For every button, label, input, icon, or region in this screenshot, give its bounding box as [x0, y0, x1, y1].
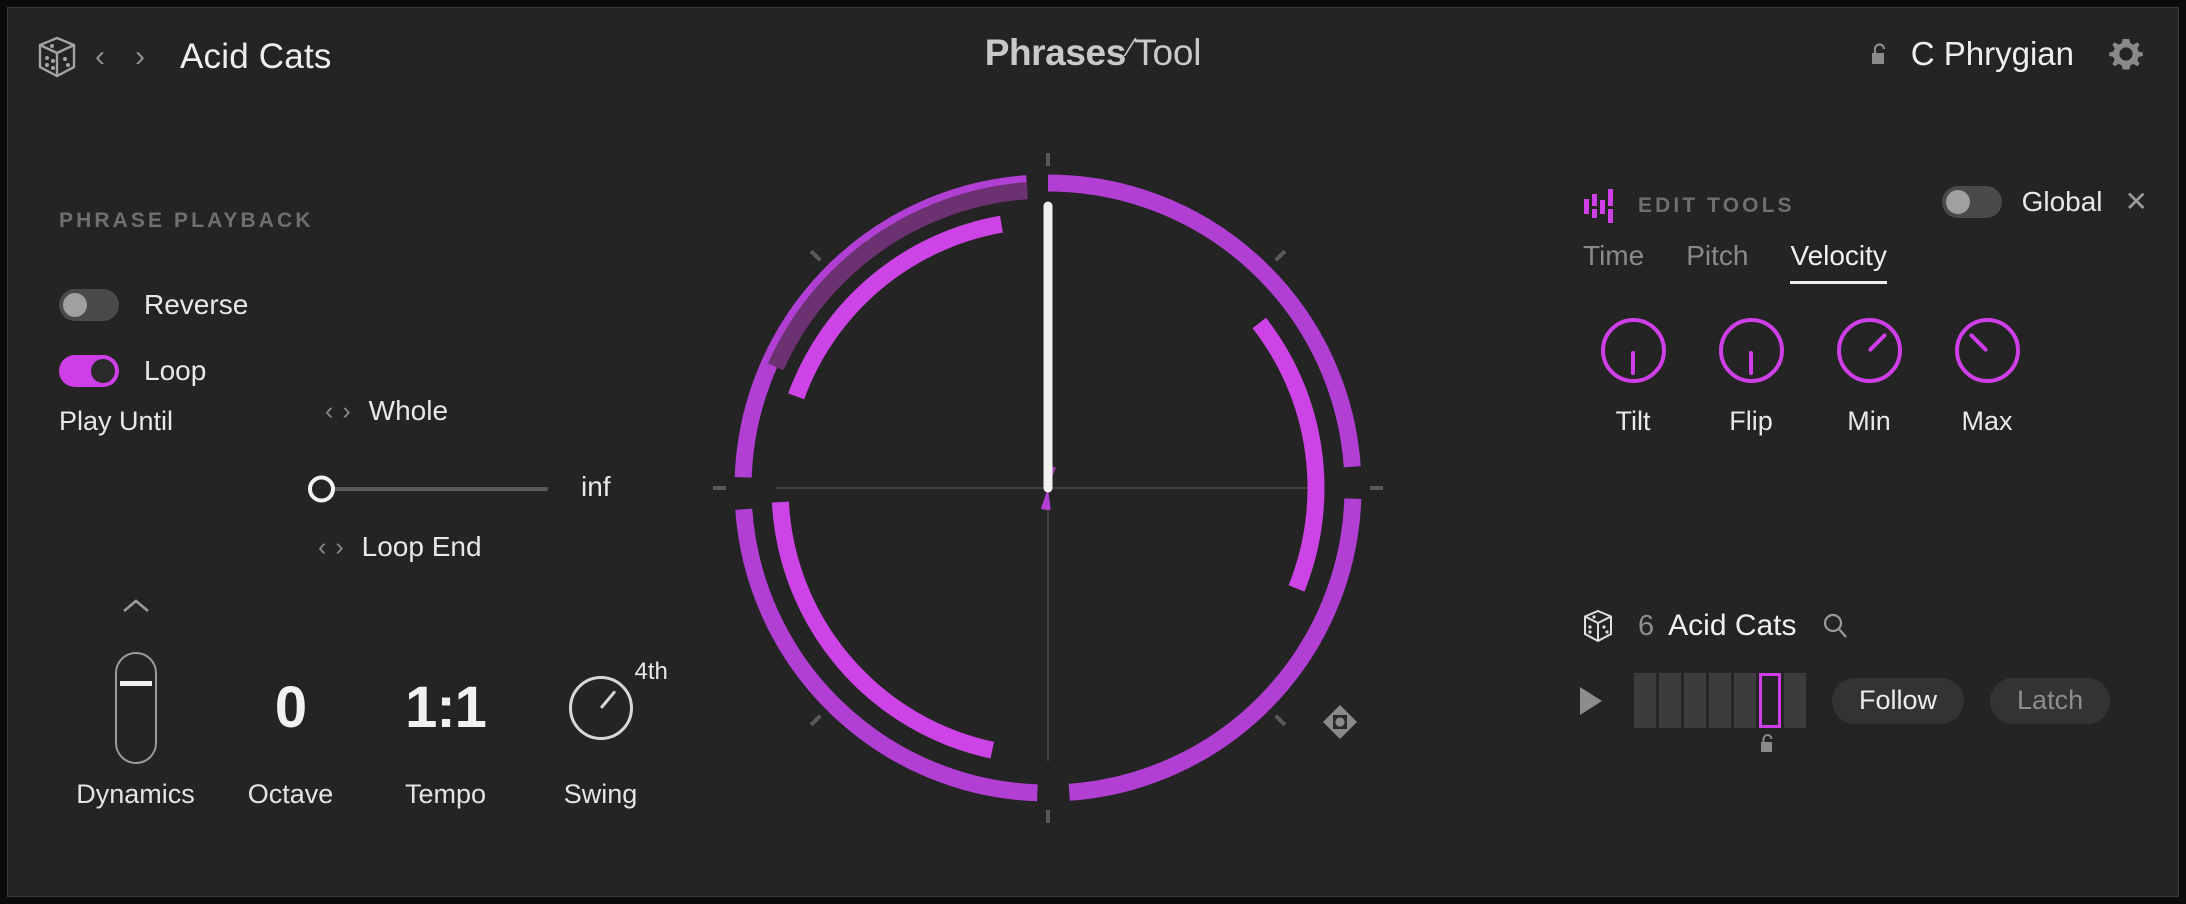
dynamics-label: Dynamics	[76, 779, 195, 810]
tempo-value[interactable]: 1:1	[405, 679, 486, 737]
play-icon[interactable]	[1580, 687, 1602, 715]
play-until-label: Play Until	[59, 406, 173, 437]
phrase-steps	[1634, 673, 1806, 728]
edit-tools-header: EDIT TOOLS	[1583, 188, 1795, 224]
header-left-group: ‹ › Acid Cats	[34, 34, 332, 80]
repeats-value: inf	[581, 471, 611, 503]
dice-icon[interactable]	[1580, 608, 1616, 644]
next-preset-button[interactable]: ›	[120, 34, 160, 80]
octave-value[interactable]: 0	[275, 679, 306, 737]
phrase-step-7[interactable]	[1784, 673, 1806, 728]
plugin-window: ‹ › Acid Cats Phrases ⁄ Tool C Phrygian	[7, 7, 2179, 897]
min-control: Min	[1810, 318, 1928, 437]
edit-tools-tabs: Time Pitch Velocity	[1583, 240, 1887, 284]
until-target-stepper: ‹ › Loop End	[318, 531, 482, 563]
tempo-control: 1:1 Tempo	[368, 643, 523, 810]
until-target-prev-button[interactable]: ‹	[318, 535, 326, 560]
repeats-slider-track	[325, 487, 548, 491]
note-length-next-button[interactable]: ›	[342, 399, 350, 424]
flip-knob[interactable]	[1719, 318, 1784, 383]
phrase-step-5[interactable]	[1734, 673, 1756, 728]
loop-label: Loop	[144, 355, 206, 387]
title-secondary: Tool	[1134, 32, 1201, 74]
swing-knob[interactable]	[569, 676, 633, 740]
note-length-value[interactable]: Whole	[369, 395, 448, 427]
flip-control: Flip	[1692, 318, 1810, 437]
latch-button[interactable]: Latch	[1990, 678, 2110, 724]
phrase-playback-panel: PHRASE PLAYBACK Reverse Loop Play Until …	[8, 128, 748, 897]
note-length-prev-button[interactable]: ‹	[325, 399, 333, 424]
dynamics-control: Dynamics	[58, 643, 213, 810]
phrase-step-2[interactable]	[1659, 673, 1681, 728]
tilt-label: Tilt	[1616, 406, 1651, 437]
dice-icon[interactable]	[34, 34, 80, 80]
radial-phrase-display[interactable]	[648, 88, 1448, 888]
page-title: Phrases ⁄ Tool	[985, 32, 1202, 74]
min-label: Min	[1847, 406, 1891, 437]
preset-name[interactable]: Acid Cats	[180, 37, 332, 77]
reverse-label: Reverse	[144, 289, 248, 321]
reverse-toggle[interactable]	[59, 289, 119, 321]
title-separator: ⁄	[1129, 32, 1133, 63]
until-target-value[interactable]: Loop End	[362, 531, 482, 563]
header-right-group: C Phrygian	[1870, 34, 2146, 74]
phrase-index: 6	[1638, 610, 1654, 643]
until-target-next-button[interactable]: ›	[335, 535, 343, 560]
phrase-step-3[interactable]	[1684, 673, 1706, 728]
flip-label: Flip	[1729, 406, 1773, 437]
max-control: Max	[1928, 318, 2046, 437]
octave-control: 0 Octave	[213, 643, 368, 810]
chevron-up-icon[interactable]	[121, 597, 151, 615]
phrase-browser: 6 Acid Cats	[1580, 608, 1849, 644]
move-target-icon[interactable]	[1321, 703, 1359, 741]
repeats-slider[interactable]	[308, 472, 548, 506]
title-primary: Phrases	[985, 32, 1126, 74]
dynamics-slider[interactable]	[115, 652, 157, 764]
phrase-browser-row: 6 Acid Cats	[1580, 608, 1849, 644]
edit-tools-panel: EDIT TOOLS Global ✕ Time Pitch Velocity …	[1538, 128, 2178, 897]
global-toggle[interactable]	[1942, 186, 2002, 218]
play-until-row: Play Until	[59, 406, 173, 437]
max-knob[interactable]	[1955, 318, 2020, 383]
tilt-knob[interactable]	[1601, 318, 1666, 383]
unlock-icon[interactable]	[1870, 42, 1890, 66]
global-label: Global	[2022, 186, 2103, 218]
edit-tools-title: EDIT TOOLS	[1638, 194, 1795, 218]
loop-toggle[interactable]	[59, 355, 119, 387]
phrase-name[interactable]: Acid Cats	[1668, 609, 1796, 643]
phrase-step-row: Follow Latch	[1580, 673, 2110, 728]
prev-preset-button[interactable]: ‹	[80, 34, 120, 80]
transform-controls: Dynamics 0 Octave 1:1 Tempo	[58, 643, 678, 810]
repeats-slider-thumb[interactable]	[308, 476, 335, 503]
tab-time[interactable]: Time	[1583, 240, 1644, 284]
gear-icon[interactable]	[2074, 34, 2146, 74]
swing-label: Swing	[564, 779, 638, 810]
tab-velocity[interactable]: Velocity	[1790, 240, 1887, 284]
velocity-knobs: Tilt Flip Min Max	[1574, 318, 2046, 437]
loop-row: Loop	[59, 355, 206, 387]
search-icon[interactable]	[1797, 612, 1849, 640]
octave-label: Octave	[248, 779, 334, 810]
max-label: Max	[1961, 406, 2012, 437]
reverse-row: Reverse	[59, 289, 248, 321]
phrase-playback-heading: PHRASE PLAYBACK	[59, 209, 314, 233]
scale-name[interactable]: C Phrygian	[1911, 35, 2074, 73]
unlock-icon[interactable]	[1759, 733, 1777, 753]
phrase-step-4[interactable]	[1709, 673, 1731, 728]
tempo-label: Tempo	[405, 779, 486, 810]
min-knob[interactable]	[1837, 318, 1902, 383]
radial-svg	[648, 88, 1448, 888]
phrase-step-1[interactable]	[1634, 673, 1656, 728]
edit-tools-icon	[1583, 188, 1617, 224]
note-length-stepper: ‹ › Whole	[325, 395, 448, 427]
close-icon[interactable]: ✕	[2125, 188, 2148, 216]
tab-pitch[interactable]: Pitch	[1686, 240, 1748, 284]
tilt-control: Tilt	[1574, 318, 1692, 437]
phrase-step-6[interactable]	[1759, 673, 1781, 728]
follow-button[interactable]: Follow	[1832, 678, 1964, 724]
global-group: Global ✕	[1942, 186, 2148, 218]
